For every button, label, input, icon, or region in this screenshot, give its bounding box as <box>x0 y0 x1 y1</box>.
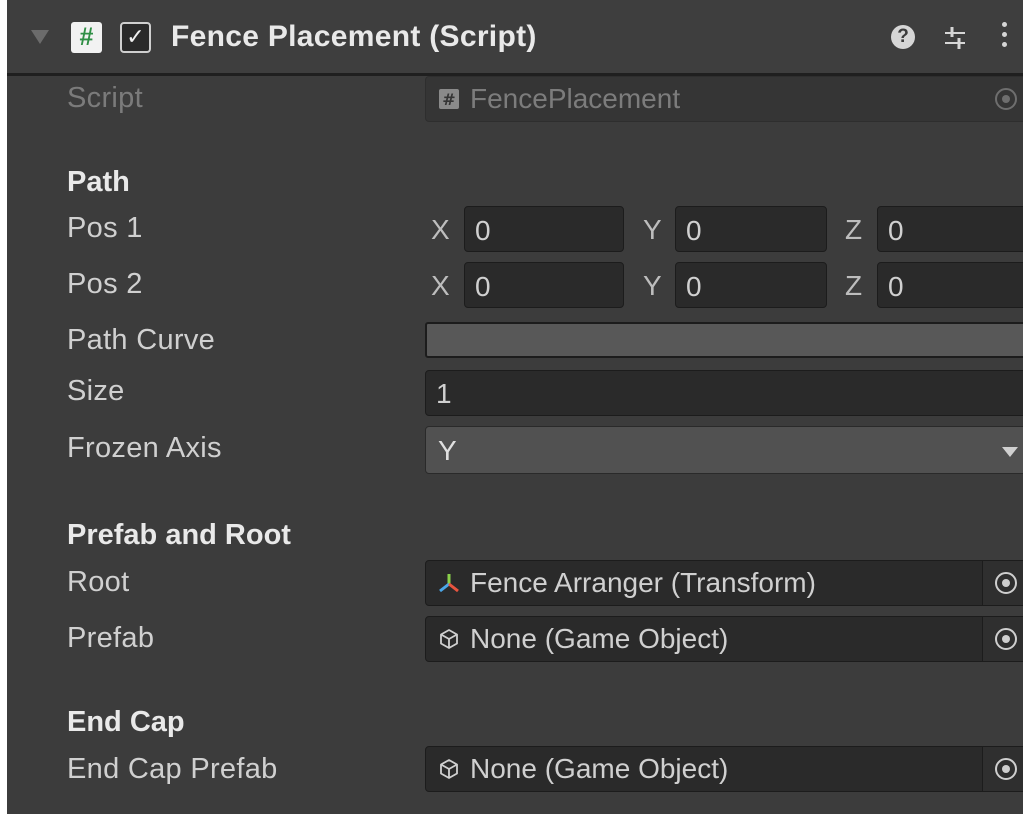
script-value: FencePlacement <box>470 83 681 114</box>
script-object-field: # FencePlacement <box>425 76 1023 122</box>
frozen-axis-label: Frozen Axis <box>67 432 222 464</box>
csharp-script-icon: # <box>439 89 459 109</box>
frozen-axis-dropdown[interactable]: Y <box>425 426 1023 474</box>
root-label: Root <box>67 566 130 598</box>
pos2-z-label[interactable]: Z <box>845 270 862 302</box>
root-object-field[interactable]: Fence Arranger (Transform) <box>425 560 1023 606</box>
section-header-path: Path <box>67 166 130 198</box>
inspector-panel: # ✓ Fence Placement (Script) ? Script # … <box>7 0 1023 817</box>
component-header[interactable]: # ✓ Fence Placement (Script) ? <box>7 0 1023 76</box>
size-input[interactable]: 1 <box>425 370 1023 416</box>
frozen-axis-value: Y <box>438 435 457 466</box>
sliders-icon[interactable] <box>941 24 969 52</box>
pos1-z-input[interactable]: 0 <box>877 206 1023 252</box>
prefab-object-field[interactable]: None (Game Object) <box>425 616 1023 662</box>
object-picker-icon <box>995 572 1017 594</box>
pos1-x-input[interactable]: 0 <box>464 206 624 252</box>
script-label: Script <box>67 82 143 114</box>
transform-axes-icon <box>439 574 459 593</box>
object-picker-icon <box>995 628 1017 650</box>
pos1-label: Pos 1 <box>67 212 143 244</box>
pos2-label: Pos 2 <box>67 268 143 300</box>
cube-icon <box>440 759 458 779</box>
dropdown-arrow-icon <box>1002 447 1018 457</box>
component-title: Fence Placement (Script) <box>171 20 537 53</box>
pos2-z-input[interactable]: 0 <box>877 262 1023 308</box>
pos2-x-label[interactable]: X <box>431 270 450 302</box>
section-header-prefab-and-root: Prefab and Root <box>67 519 291 551</box>
section-header-end-cap: End Cap <box>67 706 185 738</box>
pos2-x-input[interactable]: 0 <box>464 262 624 308</box>
size-label[interactable]: Size <box>67 375 125 408</box>
path-curve-field[interactable] <box>425 322 1023 358</box>
path-curve-label: Path Curve <box>67 324 216 356</box>
svg-text:#: # <box>442 90 455 109</box>
object-picker-button <box>982 77 1023 121</box>
pos1-y-label[interactable]: Y <box>643 214 662 246</box>
end-cap-prefab-object-field[interactable]: None (Game Object) <box>425 746 1023 792</box>
enabled-checkbox[interactable]: ✓ <box>120 22 151 53</box>
object-picker-icon <box>995 758 1017 780</box>
pos2-y-label[interactable]: Y <box>643 270 662 302</box>
help-icon[interactable]: ? <box>891 25 915 49</box>
object-picker-icon <box>995 88 1017 110</box>
end-cap-prefab-label: End Cap Prefab <box>67 753 278 785</box>
triangle-down-icon[interactable] <box>31 30 49 44</box>
prefab-label: Prefab <box>67 622 155 654</box>
pos1-x-label[interactable]: X <box>431 214 450 246</box>
prefab-value: None (Game Object) <box>470 623 729 654</box>
end-cap-prefab-value: None (Game Object) <box>470 753 729 784</box>
pos1-z-label[interactable]: Z <box>845 214 862 246</box>
pos1-y-input[interactable]: 0 <box>675 206 827 252</box>
pos2-y-input[interactable]: 0 <box>675 262 827 308</box>
kebab-menu-icon[interactable] <box>999 22 1009 52</box>
cube-icon <box>440 629 458 649</box>
object-picker-button[interactable] <box>982 617 1023 661</box>
object-picker-button[interactable] <box>982 747 1023 791</box>
root-value: Fence Arranger (Transform) <box>470 567 816 598</box>
object-picker-button[interactable] <box>982 561 1023 605</box>
csharp-script-icon: # <box>71 22 102 53</box>
